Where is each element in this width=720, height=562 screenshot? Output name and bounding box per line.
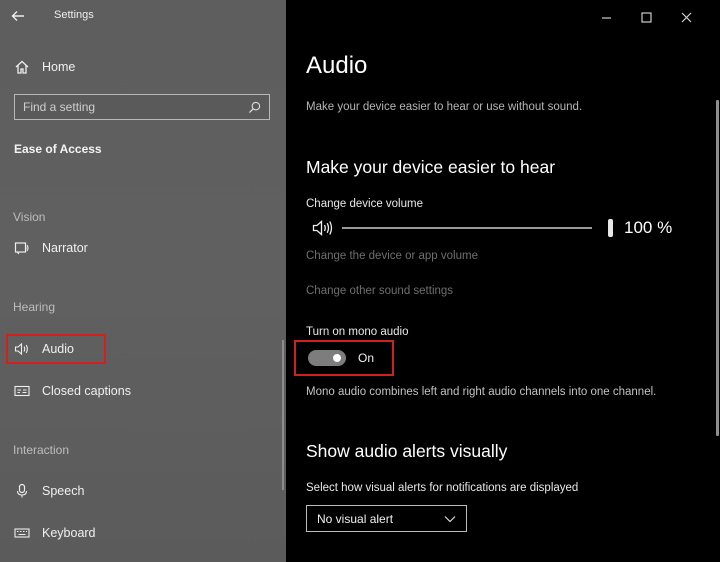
search-input[interactable]: Find a setting — [14, 94, 270, 120]
microphone-icon — [14, 483, 30, 499]
sidebar: Settings Home Find a setting Ease of Acc… — [0, 0, 286, 562]
main-scrollbar[interactable] — [716, 100, 719, 436]
speaker-icon — [312, 220, 333, 236]
sidebar-item-label: Closed captions — [42, 384, 131, 398]
audio-highlight-box — [6, 334, 106, 364]
sound-settings-link[interactable]: Change other sound settings — [306, 285, 453, 297]
window-controls — [586, 8, 706, 26]
app-volume-link[interactable]: Change the device or app volume — [306, 250, 478, 262]
home-icon — [14, 59, 30, 75]
volume-thumb[interactable] — [608, 219, 613, 237]
group-label-interaction: Interaction — [13, 443, 70, 457]
sidebar-item-label: Narrator — [42, 241, 88, 255]
title-bar: Settings — [0, 0, 286, 32]
sidebar-item-speech[interactable]: Speech — [14, 480, 234, 502]
mono-audio-label: Turn on mono audio — [306, 326, 409, 338]
sidebar-item-label: Speech — [42, 484, 85, 498]
group-label-vision: Vision — [13, 210, 46, 224]
volume-slider[interactable]: 100 % — [312, 217, 692, 239]
volume-value: 100 % — [624, 218, 673, 237]
group-label-hearing: Hearing — [13, 300, 56, 314]
close-button[interactable] — [666, 8, 706, 26]
sidebar-item-keyboard[interactable]: Keyboard — [14, 522, 234, 544]
maximize-button[interactable] — [626, 8, 666, 26]
mono-audio-description: Mono audio combines left and right audio… — [306, 386, 657, 398]
narrator-icon — [14, 240, 30, 256]
keyboard-icon — [14, 525, 30, 541]
minimize-button[interactable] — [586, 8, 626, 26]
sidebar-item-narrator[interactable]: Narrator — [14, 237, 234, 259]
page-title: Audio — [306, 52, 368, 79]
mono-audio-state: On — [358, 351, 375, 365]
back-arrow-icon — [11, 11, 24, 21]
mono-audio-toggle[interactable] — [308, 350, 346, 366]
mono-audio-highlight-box: On — [294, 340, 394, 376]
search-placeholder: Find a setting — [23, 100, 96, 114]
visual-alert-label: Select how visual alerts for notificatio… — [306, 482, 579, 494]
sidebar-scrollbar[interactable] — [282, 340, 284, 490]
visual-alert-value: No visual alert — [317, 511, 394, 526]
section-title: Ease of Access — [14, 142, 102, 156]
close-icon — [681, 12, 691, 22]
main-panel: Audio Make your device easier to hear or… — [286, 0, 720, 562]
section-title-hear: Make your device easier to hear — [306, 157, 556, 177]
nav-home-label: Home — [42, 60, 76, 74]
volume-track[interactable] — [342, 227, 592, 229]
sidebar-item-label: Keyboard — [42, 526, 96, 540]
visual-alert-dropdown[interactable]: No visual alert — [306, 505, 467, 532]
volume-label: Change device volume — [306, 198, 423, 210]
nav-home[interactable]: Home — [14, 56, 214, 78]
app-title: Settings — [54, 9, 94, 21]
toggle-knob — [333, 354, 341, 362]
cc-icon — [14, 383, 30, 399]
minimize-icon — [601, 16, 611, 19]
chevron-down-icon — [444, 515, 456, 522]
section-title-alerts: Show audio alerts visually — [306, 441, 508, 461]
back-button[interactable] — [10, 6, 32, 26]
page-subtitle: Make your device easier to hear or use w… — [306, 101, 583, 113]
search-icon — [248, 101, 261, 113]
maximize-icon — [640, 11, 652, 23]
sidebar-item-closed-captions[interactable]: Closed captions — [14, 380, 234, 402]
